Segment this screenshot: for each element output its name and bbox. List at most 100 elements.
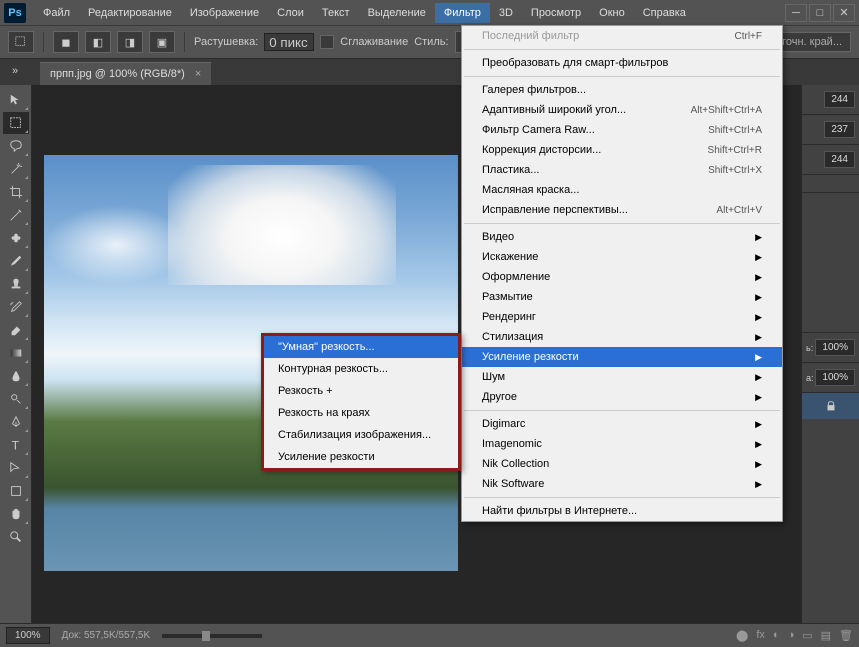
antialias-label: Сглаживание bbox=[340, 36, 408, 48]
brush-tool[interactable] bbox=[3, 250, 29, 272]
move-tool[interactable] bbox=[3, 89, 29, 111]
filter-convert-smart[interactable]: Преобразовать для смарт-фильтров bbox=[462, 53, 782, 73]
color-b-value[interactable]: 244 bbox=[824, 151, 855, 168]
lasso-tool[interactable] bbox=[3, 135, 29, 157]
filter-sharpen[interactable]: Усиление резкости▶ bbox=[462, 347, 782, 367]
eraser-tool[interactable] bbox=[3, 319, 29, 341]
path-tool[interactable] bbox=[3, 457, 29, 479]
mask-icon[interactable]: ◐ bbox=[773, 629, 780, 642]
folder-icon[interactable]: ▭ bbox=[802, 629, 812, 642]
menu-select[interactable]: Выделение bbox=[359, 3, 435, 23]
filter-render[interactable]: Рендеринг▶ bbox=[462, 307, 782, 327]
filter-nik-software[interactable]: Nik Software▶ bbox=[462, 474, 782, 494]
filter-imagenomic[interactable]: Imagenomic▶ bbox=[462, 434, 782, 454]
filter-other[interactable]: Другое▶ bbox=[462, 387, 782, 407]
menu-bar: Файл Редактирование Изображение Слои Тек… bbox=[34, 3, 785, 23]
status-slider[interactable] bbox=[162, 634, 262, 638]
opacity-label: ь: bbox=[806, 343, 813, 353]
history-brush-tool[interactable] bbox=[3, 296, 29, 318]
tab-close-icon[interactable]: × bbox=[195, 68, 201, 80]
menu-view[interactable]: Просмотр bbox=[522, 3, 590, 23]
filter-camera-raw[interactable]: Фильтр Camera Raw...Shift+Ctrl+A bbox=[462, 120, 782, 140]
filter-digimarc[interactable]: Digimarc▶ bbox=[462, 414, 782, 434]
filter-distort[interactable]: Искажение▶ bbox=[462, 247, 782, 267]
selection-new-icon[interactable]: ◼ bbox=[53, 31, 79, 53]
sharpen-smart[interactable]: "Умная" резкость... bbox=[264, 336, 458, 358]
wand-tool[interactable] bbox=[3, 158, 29, 180]
eyedropper-tool[interactable] bbox=[3, 204, 29, 226]
blur-tool[interactable] bbox=[3, 365, 29, 387]
adjustment-icon[interactable]: ◑ bbox=[788, 629, 795, 642]
shape-tool[interactable] bbox=[3, 480, 29, 502]
tab-title: прпп.jpg @ 100% (RGB/8*) bbox=[50, 68, 185, 80]
pen-tool[interactable] bbox=[3, 411, 29, 433]
status-bar: 100% Док: 557,5K/557,5K ⬤ fx ◐ ◑ ▭ ▤ 🗑 bbox=[0, 623, 859, 647]
selection-intersect-icon[interactable]: ▣ bbox=[149, 31, 175, 53]
opacity-value[interactable]: 100% bbox=[815, 339, 855, 356]
filter-gallery[interactable]: Галерея фильтров... bbox=[462, 80, 782, 100]
new-layer-icon[interactable]: ▤ bbox=[821, 629, 831, 642]
menu-file[interactable]: Файл bbox=[34, 3, 79, 23]
app-logo: Ps bbox=[4, 3, 26, 23]
filter-adaptive-wide[interactable]: Адаптивный широкий угол...Alt+Shift+Ctrl… bbox=[462, 100, 782, 120]
sharpen-unsharp[interactable]: Контурная резкость... bbox=[264, 358, 458, 380]
link-icon[interactable]: ⬤ bbox=[736, 629, 748, 642]
feather-input[interactable] bbox=[264, 33, 314, 51]
sharpen-more[interactable]: Резкость + bbox=[264, 380, 458, 402]
filter-lens-correction[interactable]: Коррекция дисторсии...Shift+Ctrl+R bbox=[462, 140, 782, 160]
maximize-button[interactable]: □ bbox=[809, 4, 831, 22]
menu-help[interactable]: Справка bbox=[634, 3, 695, 23]
stamp-tool[interactable] bbox=[3, 273, 29, 295]
filter-vanishing-point[interactable]: Исправление перспективы...Alt+Ctrl+V bbox=[462, 200, 782, 220]
tool-panel: T bbox=[0, 85, 32, 623]
filter-last[interactable]: Последний фильтрCtrl+F bbox=[462, 26, 782, 46]
color-r-value[interactable]: 244 bbox=[824, 91, 855, 108]
menu-filter[interactable]: Фильтр bbox=[435, 3, 490, 23]
feather-label: Растушевка: bbox=[194, 36, 258, 48]
sharpen-sharpen[interactable]: Усиление резкости bbox=[264, 446, 458, 468]
zoom-value[interactable]: 100% bbox=[6, 627, 50, 644]
filter-blur[interactable]: Размытие▶ bbox=[462, 287, 782, 307]
filter-stylize[interactable]: Стилизация▶ bbox=[462, 327, 782, 347]
hand-tool[interactable] bbox=[3, 503, 29, 525]
menu-3d[interactable]: 3D bbox=[490, 3, 522, 23]
crop-tool[interactable] bbox=[3, 181, 29, 203]
fx-icon[interactable]: fx bbox=[756, 629, 765, 642]
dodge-tool[interactable] bbox=[3, 388, 29, 410]
antialias-checkbox[interactable] bbox=[320, 35, 334, 49]
selection-sub-icon[interactable]: ◨ bbox=[117, 31, 143, 53]
filter-liquify[interactable]: Пластика...Shift+Ctrl+X bbox=[462, 160, 782, 180]
filter-video[interactable]: Видео▶ bbox=[462, 227, 782, 247]
style-label: Стиль: bbox=[414, 36, 448, 48]
menu-layers[interactable]: Слои bbox=[268, 3, 313, 23]
menu-window[interactable]: Окно bbox=[590, 3, 634, 23]
filter-nik-collection[interactable]: Nik Collection▶ bbox=[462, 454, 782, 474]
healing-tool[interactable] bbox=[3, 227, 29, 249]
svg-text:T: T bbox=[12, 438, 20, 452]
sharpen-edges[interactable]: Резкость на краях bbox=[264, 402, 458, 424]
text-tool[interactable]: T bbox=[3, 434, 29, 456]
filter-pixelate[interactable]: Оформление▶ bbox=[462, 267, 782, 287]
sharpen-shake-reduction[interactable]: Стабилизация изображения... bbox=[264, 424, 458, 446]
filter-oil-paint[interactable]: Масляная краска... bbox=[462, 180, 782, 200]
trash-icon[interactable]: 🗑 bbox=[839, 629, 853, 642]
document-tab[interactable]: прпп.jpg @ 100% (RGB/8*) × bbox=[40, 62, 211, 85]
filter-browse-online[interactable]: Найти фильтры в Интернете... bbox=[462, 501, 782, 521]
gradient-tool[interactable] bbox=[3, 342, 29, 364]
status-icons: ⬤ fx ◐ ◑ ▭ ▤ 🗑 bbox=[736, 629, 853, 642]
close-button[interactable]: ✕ bbox=[833, 4, 855, 22]
color-g-value[interactable]: 237 bbox=[824, 121, 855, 138]
menu-image[interactable]: Изображение bbox=[181, 3, 268, 23]
lock-icon bbox=[824, 399, 838, 413]
filter-noise[interactable]: Шум▶ bbox=[462, 367, 782, 387]
zoom-tool[interactable] bbox=[3, 526, 29, 548]
fill-value[interactable]: 100% bbox=[815, 369, 855, 386]
minimize-button[interactable]: ─ bbox=[785, 4, 807, 22]
expand-panels-icon[interactable]: » bbox=[6, 63, 24, 79]
selection-add-icon[interactable]: ◧ bbox=[85, 31, 111, 53]
menu-edit[interactable]: Редактирование bbox=[79, 3, 181, 23]
tool-preset-icon[interactable] bbox=[8, 31, 34, 53]
menu-text[interactable]: Текст bbox=[313, 3, 359, 23]
marquee-tool[interactable] bbox=[3, 112, 29, 134]
layer-lock-row[interactable] bbox=[802, 393, 859, 419]
